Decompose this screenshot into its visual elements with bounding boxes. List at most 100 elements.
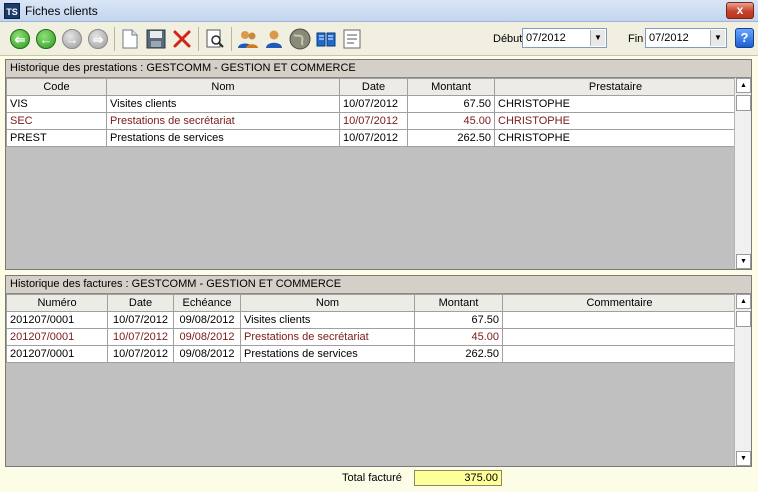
fin-label: Fin bbox=[628, 33, 644, 45]
prestations-grid[interactable]: Code Nom Date Montant Prestataire VIS Vi… bbox=[6, 78, 734, 269]
column-header-echeance[interactable]: Echéance bbox=[173, 294, 241, 312]
column-header-numero[interactable]: Numéro bbox=[6, 294, 108, 312]
column-header-montant[interactable]: Montant bbox=[414, 294, 503, 312]
cell-nom: Prestations de services bbox=[106, 129, 340, 147]
toolbar-separator bbox=[198, 27, 199, 51]
first-icon: ⇐ bbox=[10, 29, 30, 49]
chevron-down-icon[interactable]: ▼ bbox=[710, 30, 725, 46]
cell-echeance: 09/08/2012 bbox=[173, 311, 241, 329]
close-button[interactable]: x bbox=[726, 2, 754, 19]
cell-commentaire bbox=[502, 328, 734, 346]
fin-select[interactable]: 07/2012 ▼ bbox=[645, 28, 727, 48]
table-row[interactable]: 201207/0001 10/07/2012 09/08/2012 Presta… bbox=[6, 345, 734, 363]
cell-montant: 262.50 bbox=[407, 129, 495, 147]
total-value: 375.00 bbox=[414, 470, 502, 486]
scroll-down-icon[interactable]: ▼ bbox=[736, 254, 751, 269]
column-header-commentaire[interactable]: Commentaire bbox=[502, 294, 734, 312]
preview-button[interactable] bbox=[203, 27, 227, 51]
cell-montant: 67.50 bbox=[414, 311, 503, 329]
save-button[interactable] bbox=[144, 27, 168, 51]
contact-button[interactable] bbox=[262, 27, 286, 51]
cell-date: 10/07/2012 bbox=[339, 129, 408, 147]
cell-echeance: 09/08/2012 bbox=[173, 328, 241, 346]
window-title: Fiches clients bbox=[25, 4, 98, 18]
column-header-nom[interactable]: Nom bbox=[106, 78, 340, 96]
toolbar: ⇐ ← → ⇒ Début 07/2012 ▼ Fin 07/2012 ▼ ? bbox=[0, 22, 758, 56]
factures-scrollbar[interactable]: ▲ ▼ bbox=[734, 294, 751, 466]
factures-table: Numéro Date Echéance Nom Montant Comment… bbox=[6, 294, 734, 363]
table-header-row: Code Nom Date Montant Prestataire bbox=[6, 78, 734, 96]
column-header-montant[interactable]: Montant bbox=[407, 78, 495, 96]
table-row[interactable]: 201207/0001 10/07/2012 09/08/2012 Visite… bbox=[6, 311, 734, 329]
cell-echeance: 09/08/2012 bbox=[173, 345, 241, 363]
next-record-button[interactable]: → bbox=[60, 27, 84, 51]
cell-montant: 45.00 bbox=[414, 328, 503, 346]
column-header-prestataire[interactable]: Prestataire bbox=[494, 78, 734, 96]
help-button[interactable]: ? bbox=[735, 28, 754, 48]
cell-prestataire: CHRISTOPHE bbox=[494, 95, 734, 113]
table-row[interactable]: 201207/0001 10/07/2012 09/08/2012 Presta… bbox=[6, 328, 734, 346]
next-icon: → bbox=[62, 29, 82, 49]
prestations-panel: Historique des prestations : GESTCOMM - … bbox=[5, 59, 752, 270]
cell-nom: Prestations de secrétariat bbox=[240, 328, 415, 346]
cell-commentaire bbox=[502, 345, 734, 363]
toolbar-separator bbox=[231, 27, 232, 51]
cell-nom: Prestations de secrétariat bbox=[106, 112, 340, 130]
factures-title: Historique des factures : GESTCOMM - GES… bbox=[6, 276, 751, 294]
cell-date: 10/07/2012 bbox=[339, 112, 408, 130]
delete-icon bbox=[173, 30, 191, 48]
new-button[interactable] bbox=[118, 27, 142, 51]
column-header-nom[interactable]: Nom bbox=[240, 294, 415, 312]
debut-select[interactable]: 07/2012 ▼ bbox=[522, 28, 607, 48]
column-header-date[interactable]: Date bbox=[107, 294, 174, 312]
scroll-up-icon[interactable]: ▲ bbox=[736, 78, 751, 93]
text-button[interactable] bbox=[340, 27, 364, 51]
prestations-scrollbar[interactable]: ▲ ▼ bbox=[734, 78, 751, 269]
save-icon bbox=[146, 29, 166, 49]
cell-numero: 201207/0001 bbox=[6, 328, 108, 346]
fin-value: 07/2012 bbox=[649, 32, 689, 44]
cell-commentaire bbox=[502, 311, 734, 329]
table-row[interactable]: SEC Prestations de secrétariat 10/07/201… bbox=[6, 112, 734, 130]
globe-button[interactable] bbox=[288, 27, 312, 51]
debut-value: 07/2012 bbox=[526, 32, 566, 44]
cell-code: PREST bbox=[6, 129, 107, 147]
title-bar: TS Fiches clients x bbox=[0, 0, 758, 22]
globe-icon bbox=[289, 28, 311, 50]
contact-icon bbox=[266, 30, 282, 48]
cell-nom: Visites clients bbox=[106, 95, 340, 113]
column-header-code[interactable]: Code bbox=[6, 78, 107, 96]
cell-montant: 67.50 bbox=[407, 95, 495, 113]
book-icon bbox=[316, 32, 336, 47]
scroll-down-icon[interactable]: ▼ bbox=[736, 451, 751, 466]
chevron-down-icon[interactable]: ▼ bbox=[590, 30, 605, 46]
cell-montant: 262.50 bbox=[414, 345, 503, 363]
scroll-thumb[interactable] bbox=[736, 95, 751, 111]
preview-icon bbox=[206, 29, 224, 48]
debut-label: Début bbox=[493, 33, 523, 45]
cell-montant: 45.00 bbox=[407, 112, 495, 130]
column-header-date[interactable]: Date bbox=[339, 78, 408, 96]
prestations-table: Code Nom Date Montant Prestataire VIS Vi… bbox=[6, 78, 734, 147]
cell-nom: Visites clients bbox=[240, 311, 415, 329]
cell-prestataire: CHRISTOPHE bbox=[494, 129, 734, 147]
cell-prestataire: CHRISTOPHE bbox=[494, 112, 734, 130]
factures-grid[interactable]: Numéro Date Echéance Nom Montant Comment… bbox=[6, 294, 734, 466]
table-row[interactable]: VIS Visites clients 10/07/2012 67.50 CHR… bbox=[6, 95, 734, 113]
app-icon: TS bbox=[4, 3, 20, 19]
scroll-up-icon[interactable]: ▲ bbox=[736, 294, 751, 309]
cell-date: 10/07/2012 bbox=[107, 345, 174, 363]
clients-button[interactable] bbox=[236, 27, 260, 51]
cell-code: SEC bbox=[6, 112, 107, 130]
last-record-button[interactable]: ⇒ bbox=[86, 27, 110, 51]
new-document-icon bbox=[122, 29, 138, 49]
cell-code: VIS bbox=[6, 95, 107, 113]
clients-icon bbox=[238, 31, 258, 48]
delete-button[interactable] bbox=[170, 27, 194, 51]
book-button[interactable] bbox=[314, 27, 338, 51]
factures-panel: Historique des factures : GESTCOMM - GES… bbox=[5, 275, 752, 467]
scroll-thumb[interactable] bbox=[736, 311, 751, 327]
first-record-button[interactable]: ⇐ bbox=[8, 27, 32, 51]
table-row[interactable]: PREST Prestations de services 10/07/2012… bbox=[6, 129, 734, 147]
previous-record-button[interactable]: ← bbox=[34, 27, 58, 51]
